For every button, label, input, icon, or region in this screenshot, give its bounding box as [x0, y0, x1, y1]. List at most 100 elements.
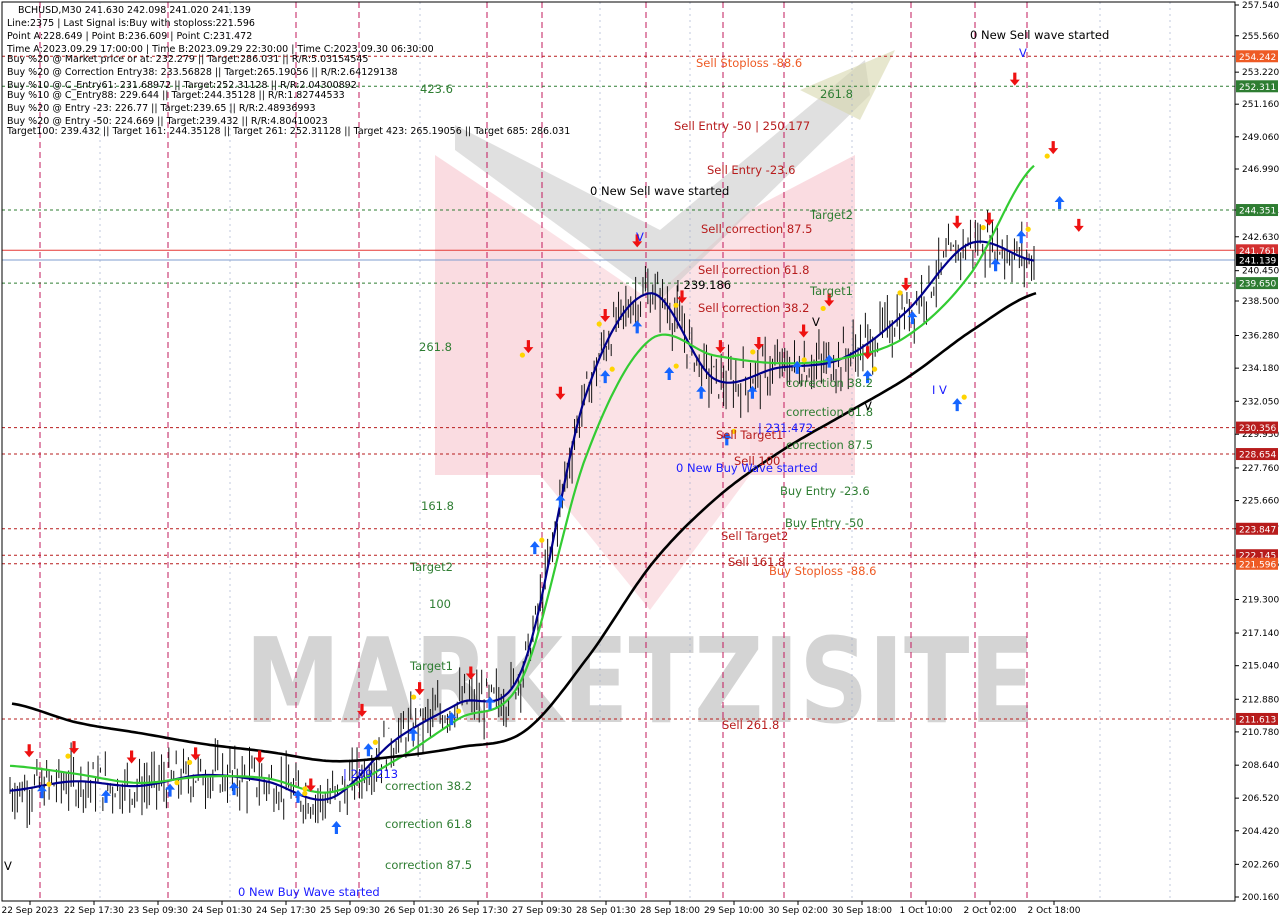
- sell-arrow-icon: [1073, 218, 1084, 232]
- new-sell-wave-label-2: 0 New Sell wave started: [970, 28, 1109, 42]
- star-marker-icon: [46, 781, 52, 787]
- price-tick-label: 255.560: [1242, 32, 1279, 42]
- chart-root: MARKETZISITE Sell Stoploss -88.6 Sell En…: [0, 0, 1280, 920]
- price-badge-label: 239.650: [1239, 280, 1276, 290]
- time-tick-label: 25 Sep 09:30: [320, 906, 380, 916]
- star-marker-icon: [673, 363, 679, 369]
- buy-stoploss-label: Buy Stoploss -88.6: [769, 564, 876, 578]
- target1-left-label: Target1: [409, 659, 453, 673]
- pivot-label-2: | 231.472: [758, 421, 813, 435]
- sell-arrow-icon: [190, 747, 201, 761]
- star-marker-icon: [174, 780, 180, 786]
- price-tick-label: 227.760: [1242, 464, 1279, 474]
- price-tick-label: 200.160: [1242, 893, 1279, 903]
- header-line-9: Buy %20 @ Entry -23: 226.77 || Target:23…: [7, 103, 316, 114]
- price-tick-label: 225.660: [1242, 497, 1279, 507]
- star-marker-icon: [750, 349, 756, 355]
- price-tick-label: 208.640: [1242, 761, 1279, 771]
- star-marker-icon: [980, 224, 986, 231]
- sell-correction-382-label: Sell correction 38.2: [698, 301, 809, 315]
- sell-correction-875-label: Sell correction 87.5: [701, 222, 812, 236]
- price-tick-label: 212.880: [1242, 695, 1279, 705]
- v-mark-1: V: [4, 859, 12, 873]
- watermark-text: MARKETZISITE: [245, 612, 1035, 750]
- time-tick-label: 24 Sep 17:30: [256, 906, 316, 916]
- star-marker-icon: [372, 739, 378, 745]
- iv-mark: I V: [932, 383, 947, 397]
- time-tick-label: 27 Sep 09:30: [512, 906, 572, 916]
- header-line-3: Point A:228.649 | Point B:236.609 | Poin…: [7, 31, 252, 42]
- star-marker-icon: [872, 366, 878, 372]
- correction-382-b-label: correction 38.2: [385, 779, 472, 793]
- star-marker-icon: [609, 366, 615, 372]
- price-tick-label: 236.280: [1242, 331, 1279, 341]
- target2-left-label: Target2: [409, 560, 453, 574]
- star-marker-icon: [411, 694, 417, 700]
- sell-correction-618-label: Sell correction 61.8: [698, 263, 809, 277]
- price-chart[interactable]: MARKETZISITE Sell Stoploss -88.6 Sell En…: [0, 0, 1280, 920]
- v-mark-3: V: [812, 315, 820, 329]
- header-line-1: BCHUSD,M30 241.630 242.098 241.020 241.1…: [18, 5, 251, 16]
- header-line-5: Buy %20 @ Market price or at: 232.279 ||…: [7, 54, 368, 65]
- new-buy-wave-label-2: 0 New Buy Wave started: [238, 885, 380, 899]
- level-2618-b-label: 261.8: [419, 340, 452, 354]
- time-tick-label: 22 Sep 2023: [1, 906, 58, 916]
- price-tick-label: 251.160: [1242, 100, 1279, 110]
- header-line-8: Buy %10 @ C_Entry88: 229.644 || Target:2…: [7, 90, 345, 101]
- watermark-text-group: MARKETZISITE: [245, 612, 1035, 750]
- star-marker-icon: [801, 357, 807, 363]
- sell-2618-label: Sell 261.8: [722, 718, 779, 732]
- price-tick-label: 232.050: [1242, 397, 1279, 407]
- star-marker-icon: [1025, 226, 1031, 232]
- time-tick-label: 28 Sep 01:30: [576, 906, 636, 916]
- target1-mid-label: Target1: [809, 284, 853, 298]
- star-marker-icon: [302, 790, 308, 797]
- correction-875-b-label: correction 87.5: [385, 858, 472, 872]
- v-mark-2: V: [864, 399, 872, 413]
- price-badge-label: 211.613: [1239, 715, 1276, 725]
- sell-entry-50-label: Sell Entry -50 | 250.177: [674, 119, 810, 133]
- price-tick-label: 253.220: [1242, 68, 1279, 78]
- star-marker-icon: [596, 321, 602, 327]
- level-4236-label: 423.6: [420, 82, 453, 96]
- pivot-label-1: | 239.186: [676, 278, 731, 292]
- price-tick-label: 242.630: [1242, 233, 1279, 243]
- price-badge-label: 252.311: [1239, 83, 1276, 93]
- star-marker-icon: [820, 305, 826, 312]
- correction-875-label: correction 87.5: [786, 438, 873, 452]
- price-badge-label: 244.351: [1239, 207, 1276, 217]
- sell-arrow-icon: [901, 277, 911, 291]
- buy-arrow-icon: [1054, 196, 1065, 210]
- star-marker-icon: [897, 290, 903, 296]
- price-tick-label: 217.140: [1242, 629, 1279, 639]
- price-badge-label: 230.356: [1239, 424, 1276, 434]
- header-line-6: Buy %20 @ Correction Entry38: 233.56828 …: [7, 67, 398, 78]
- buy-entry-23-label: Buy Entry -23.6: [780, 484, 870, 498]
- level-1618-label: 161.8: [421, 499, 454, 513]
- correction-618-label: correction 61.8: [786, 405, 873, 419]
- time-tick-label: 30 Sep 18:00: [832, 906, 892, 916]
- star-marker-icon: [961, 394, 967, 400]
- new-sell-wave-label-1: 0 New Sell wave started: [590, 184, 729, 198]
- buy-arrow-icon: [1016, 230, 1027, 244]
- time-axis[interactable]: 22 Sep 2023 22 Sep 17:30 23 Sep 09:30 24 Se…: [1, 901, 1081, 916]
- buy-arrow-icon: [529, 541, 540, 555]
- price-badges: 254.242252.311244.351241.761241.139239.6…: [1236, 50, 1278, 725]
- time-tick-label: 22 Sep 17:30: [64, 906, 124, 916]
- header-line-11: Target100: 239.432 || Target 161: 244.35…: [6, 126, 570, 137]
- new-buy-wave-label-1: 0 New Buy Wave started: [676, 461, 818, 475]
- star-marker-icon: [673, 302, 679, 308]
- sell-arrow-icon: [1048, 141, 1059, 155]
- sell-arrow-icon: [126, 750, 137, 764]
- v-mark-5: V: [1019, 46, 1027, 60]
- price-badge-label: 241.139: [1239, 256, 1276, 266]
- star-marker-icon: [1044, 153, 1050, 159]
- correction-618-b-label: correction 61.8: [385, 817, 472, 831]
- correction-382-label: correction 38.2: [786, 376, 873, 390]
- price-badge-label: 228.654: [1239, 451, 1276, 461]
- price-tick-label: 219.300: [1242, 595, 1279, 605]
- sell-arrow-icon: [1009, 72, 1020, 86]
- v-mark-4: V: [636, 230, 644, 244]
- star-marker-icon: [539, 537, 545, 543]
- price-tick-label: 210.780: [1242, 728, 1279, 738]
